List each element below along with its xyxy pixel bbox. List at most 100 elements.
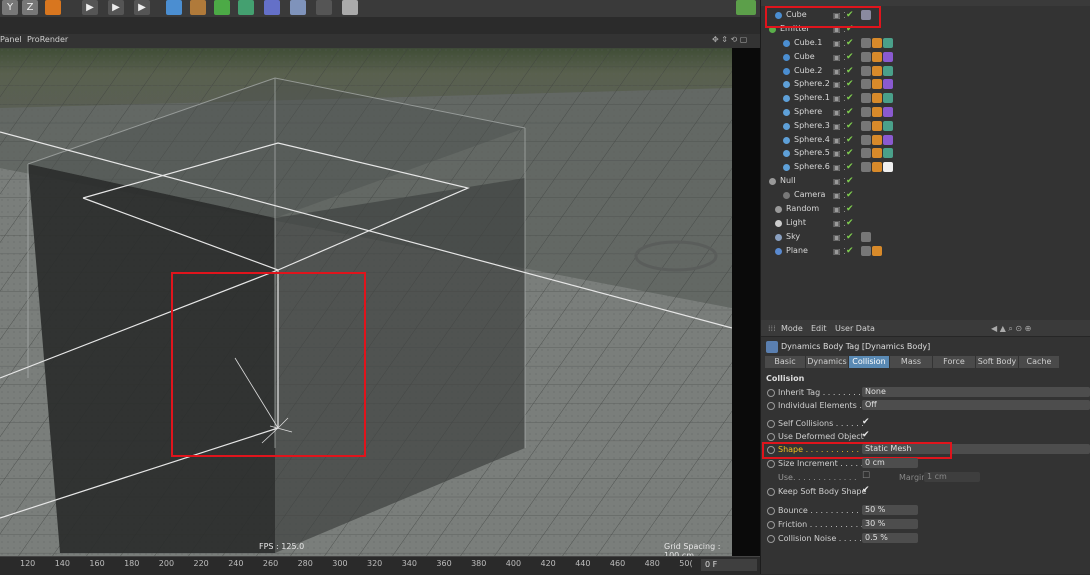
enabled-check-icon[interactable]: ✔ [846,190,854,200]
timeline-ruler[interactable]: 120 140 160 180 200 220 240 260 280 300 320 340 360 3… [0,556,760,575]
object-tag-icon[interactable] [861,162,871,173]
visibility-flags-icon[interactable]: ▣ ⁚ [833,94,846,103]
user-data-menu[interactable]: User Data [835,324,875,333]
object-tag-icon[interactable] [872,148,882,159]
object-row[interactable]: Cube.1 ▣ ⁚ ✔ [761,37,1090,50]
object-tag-icon[interactable] [861,51,871,62]
visibility-flags-icon[interactable]: ▣ ⁚ [833,233,846,242]
object-tag-icon[interactable] [861,38,871,48]
coordinate-system-icon[interactable] [45,0,61,15]
visibility-flags-icon[interactable]: ▣ ⁚ [833,67,846,76]
visibility-flags-icon[interactable]: ▣ ⁚ [833,39,846,48]
enabled-check-icon[interactable]: ✔ [846,66,854,76]
enabled-check-icon[interactable]: ✔ [846,107,854,117]
anim-radio[interactable] [767,420,775,428]
enabled-check-icon[interactable]: ✔ [846,204,854,214]
anim-radio[interactable] [767,535,775,543]
object-tag-icon[interactable] [883,107,893,117]
object-row[interactable]: Sky ▣ ⁚ ✔ [761,231,1090,244]
object-tag-icon[interactable] [883,38,893,48]
self-collisions-checkbox[interactable]: ✔ [862,417,870,427]
enabled-check-icon[interactable]: ✔ [846,38,854,48]
object-row[interactable]: Cube ▣ ⁚ ✔ [761,51,1090,64]
tab-force[interactable]: Force [933,356,976,368]
subdivision-surface-icon[interactable] [214,0,230,15]
object-tag-icon[interactable] [861,232,871,242]
edit-menu[interactable]: Edit [811,324,827,333]
navigation-icons[interactable]: ◀ ▲ ⌕ ⊙ ⊕ [991,324,1031,334]
object-tag-icon[interactable] [872,246,882,256]
z-axis-button[interactable]: Z [22,0,38,15]
anim-radio[interactable] [767,488,775,496]
anim-radio[interactable] [767,389,775,397]
bounce-field[interactable]: 50 % [862,505,918,515]
object-tag-icon[interactable] [883,51,893,62]
cloner-icon[interactable] [238,0,254,15]
object-tag-icon[interactable] [872,93,882,104]
margin-field[interactable]: 1 cm [924,472,980,482]
visibility-flags-icon[interactable]: ▣ ⁚ [833,80,846,89]
use-checkbox[interactable]: ☐ [862,471,870,481]
visibility-flags-icon[interactable]: ▣ ⁚ [833,163,846,172]
object-row[interactable]: Sphere.6 ▣ ⁚ ✔ [761,161,1090,174]
object-row[interactable]: Cube.2 ▣ ⁚ ✔ [761,65,1090,78]
object-tag-icon[interactable] [883,148,893,159]
use-deformed-checkbox[interactable]: ✔ [862,430,870,440]
anim-radio[interactable] [767,507,775,515]
tab-dynamics[interactable]: Dynamics [806,356,849,368]
tab-cache[interactable]: Cache [1019,356,1060,368]
panel-menu[interactable]: Panel [0,35,22,44]
object-tag-icon[interactable] [861,134,871,145]
enabled-check-icon[interactable]: ✔ [846,135,854,145]
object-row[interactable]: Plane ▣ ⁚ ✔ [761,245,1090,258]
enabled-check-icon[interactable]: ✔ [846,93,854,103]
visibility-flags-icon[interactable]: ▣ ⁚ [833,149,846,158]
object-tag-icon[interactable] [872,120,882,131]
visibility-flags-icon[interactable]: ▣ ⁚ [833,247,846,256]
pen-spline-icon[interactable] [190,0,206,15]
enabled-check-icon[interactable]: ✔ [846,52,854,62]
render-settings-icon[interactable]: ▶ [134,0,150,15]
camera-icon[interactable] [316,0,332,15]
object-tag-icon[interactable] [861,107,871,117]
keep-soft-body-checkbox[interactable]: ✔ [862,485,870,495]
light-icon[interactable] [342,0,358,15]
individual-elements-dropdown[interactable]: Off [862,400,1090,410]
viewport-nav-icons[interactable]: ✥ ⇕ ⟲ ▢ [712,35,747,44]
layout-icon[interactable] [736,0,756,15]
3d-viewport[interactable]: FPS : 125.0 Grid Spacing : 100 cm [0,48,732,556]
cube-object-icon[interactable] [166,0,182,15]
object-tag-icon[interactable] [861,65,871,76]
object-tag-icon[interactable] [872,79,882,90]
collision-noise-field[interactable]: 0.5 % [862,533,918,543]
enabled-check-icon[interactable]: ✔ [846,148,854,158]
object-row[interactable]: Random ▣ ⁚ ✔ [761,203,1090,216]
visibility-flags-icon[interactable]: ▣ ⁚ [833,219,846,228]
object-tag-icon[interactable] [861,148,871,159]
object-tag-icon[interactable] [861,120,871,131]
object-row[interactable]: Sphere ▣ ⁚ ✔ [761,106,1090,119]
visibility-flags-icon[interactable]: ▣ ⁚ [833,177,846,186]
object-tag-icon[interactable] [872,107,882,117]
friction-field[interactable]: 30 % [862,519,918,529]
object-tag-icon[interactable] [872,162,882,173]
object-tag-icon[interactable] [872,134,882,145]
object-tag-icon[interactable] [872,51,882,62]
enabled-check-icon[interactable]: ✔ [846,176,854,186]
object-row[interactable]: Sphere.1 ▣ ⁚ ✔ [761,92,1090,105]
visibility-flags-icon[interactable]: ▣ ⁚ [833,191,846,200]
enabled-check-icon[interactable]: ✔ [846,246,854,256]
visibility-flags-icon[interactable]: ▣ ⁚ [833,205,846,214]
anim-radio[interactable] [767,402,775,410]
floor-icon[interactable] [290,0,306,15]
enabled-check-icon[interactable]: ✔ [846,121,854,131]
deformer-icon[interactable] [264,0,280,15]
anim-radio[interactable] [767,521,775,529]
visibility-flags-icon[interactable]: ▣ ⁚ [833,53,846,62]
object-tag-icon[interactable] [883,120,893,131]
object-tag-icon[interactable] [883,79,893,90]
current-frame-field[interactable]: 0 F [701,559,757,571]
object-row[interactable]: Null ▣ ⁚ ✔ [761,175,1090,188]
object-tag-icon[interactable] [883,65,893,76]
enabled-check-icon[interactable]: ✔ [846,79,854,89]
